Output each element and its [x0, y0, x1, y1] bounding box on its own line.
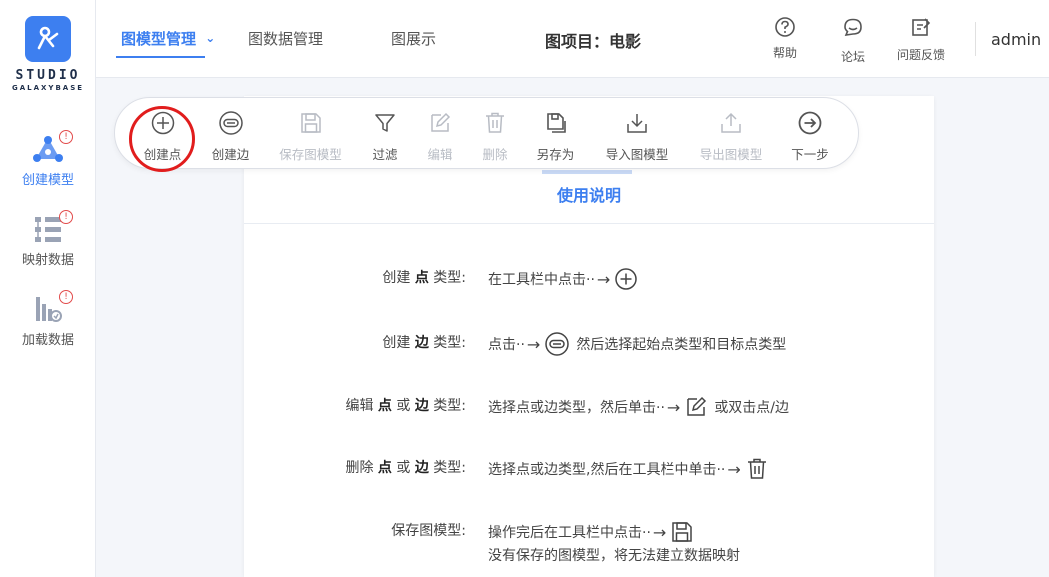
- save-model-button[interactable]: 保存图模型: [273, 110, 348, 163]
- active-tab-indicator: [116, 56, 205, 58]
- title-decoration: [542, 170, 632, 174]
- logo-icon: [25, 16, 71, 62]
- instruction-desc: 选择点或边类型,然后在工具栏中单击·· →: [488, 457, 775, 481]
- tab-label: 图模型管理: [121, 30, 197, 48]
- link-icon: [545, 332, 570, 356]
- instruction-label: 保存图模型:: [391, 523, 466, 539]
- logo-subtitle: GALAXYBASE: [11, 84, 85, 92]
- instruction-label: 删除 点 或 边 类型:: [345, 460, 466, 476]
- edit-button[interactable]: 编辑: [420, 110, 460, 163]
- save-as-icon: [528, 110, 583, 136]
- next-step-button[interactable]: 下一步: [785, 110, 835, 163]
- instruction-desc: 在工具栏中点击·· →: [488, 267, 644, 291]
- warning-badge: !: [59, 290, 73, 304]
- forum-link[interactable]: 论坛: [836, 14, 870, 65]
- filter-button[interactable]: 过滤: [365, 110, 405, 163]
- sidebar-item-load-data[interactable]: ! 加载数据: [0, 290, 96, 348]
- warning-badge: !: [59, 210, 73, 224]
- instruction-desc: 操作完后在工具栏中点击·· →: [488, 520, 700, 544]
- warning-badge: !: [59, 130, 73, 144]
- toolbar-label: 下一步: [791, 147, 829, 162]
- import-model-button[interactable]: 导入图模型: [597, 110, 677, 163]
- plus-circle-icon: [615, 268, 638, 290]
- delete-button[interactable]: 删除: [475, 110, 515, 163]
- sidebar-item-label: 加载数据: [21, 333, 74, 348]
- help-link[interactable]: 帮助: [768, 14, 802, 61]
- edit-icon: [420, 110, 460, 136]
- export-icon: [691, 110, 771, 136]
- sidebar-item-label: 映射数据: [21, 253, 74, 268]
- instructions-title: 使用说明: [556, 186, 621, 205]
- save-icon: [672, 522, 693, 542]
- instruction-desc: 点击·· → 然后选择起始点类型和目标点类型: [488, 332, 786, 356]
- toolbar-label: 过滤: [372, 147, 398, 162]
- feedback-label: 问题反馈: [896, 48, 945, 62]
- sidebar: STUDIO GALAXYBASE ! 创建模型 ! 映射数据 ! 加载数据: [0, 0, 96, 577]
- instruction-row-edit: 编辑 点 或 边 类型: 选择点或边类型，然后单击·· → 或双击点/边: [244, 390, 934, 420]
- instruction-row-create-edge: 创建 边 类型: 点击·· → 然后选择起始点类型和目标点类型: [244, 327, 934, 357]
- instruction-row-delete: 删除 点 或 边 类型: 选择点或边类型,然后在工具栏中单击·· →: [244, 452, 934, 482]
- map-data-icon: !: [31, 210, 73, 246]
- forum-label: 论坛: [840, 50, 865, 64]
- load-data-icon: !: [31, 290, 73, 326]
- toolbar-label: 导入图模型: [605, 147, 669, 162]
- arrow-right-icon: →: [727, 459, 741, 479]
- instruction-row-create-vertex: 创建 点 类型: 在工具栏中点击·· →: [244, 262, 934, 292]
- instruction-label: 创建 点 类型:: [382, 270, 466, 286]
- trash-icon: [747, 458, 766, 479]
- forum-icon: [836, 14, 870, 40]
- feedback-link[interactable]: 问题反馈: [891, 14, 951, 63]
- sidebar-item-create-model[interactable]: ! 创建模型: [0, 130, 96, 188]
- toolbar-label: 另存为: [536, 147, 575, 162]
- top-bar: 图模型管理 ⌄ 图数据管理 图展示 图项目：电影 帮助 论坛 问题反馈 admi…: [96, 0, 1049, 78]
- create-edge-button[interactable]: 创建边: [203, 110, 258, 163]
- model-toolbar: 创建点 创建边 保存图模型 过滤 编辑 删除 另存为 导入图模型 导出图模型 下…: [114, 97, 859, 169]
- toolbar-label: 创建边: [211, 147, 250, 162]
- instruction-label: 编辑 点 或 边 类型:: [345, 398, 466, 414]
- toolbar-label: 保存图模型: [279, 147, 342, 162]
- header-divider: [975, 22, 976, 56]
- arrow-right-icon: →: [596, 269, 611, 289]
- import-icon: [597, 110, 677, 136]
- tab-graph-data[interactable]: 图数据管理: [248, 28, 323, 49]
- user-name[interactable]: admin: [991, 30, 1041, 49]
- sidebar-item-map-data[interactable]: ! 映射数据: [0, 210, 96, 268]
- feedback-icon: [891, 14, 951, 40]
- edit-icon: [687, 396, 707, 416]
- arrow-right-icon: →: [526, 334, 541, 354]
- trash-icon: [475, 110, 515, 136]
- save-as-button[interactable]: 另存为: [528, 110, 583, 163]
- instruction-row-save: 保存图模型: 操作完后在工具栏中点击·· → 没有保存的图模型，将无法建立数据映…: [244, 515, 934, 575]
- toolbar-label: 编辑: [427, 147, 453, 162]
- toolbar-label: 删除: [482, 147, 508, 162]
- next-icon: [785, 110, 835, 136]
- instruction-desc: 选择点或边类型，然后单击·· → 或双击点/边: [488, 395, 789, 419]
- arrow-right-icon: →: [652, 522, 667, 542]
- chevron-down-icon: ⌄: [205, 31, 216, 45]
- save-icon: [273, 110, 348, 136]
- panel-divider: [244, 223, 934, 224]
- project-title: 图项目：电影: [545, 32, 642, 51]
- highlight-circle: [129, 106, 195, 172]
- logo[interactable]: STUDIO GALAXYBASE: [0, 16, 96, 92]
- help-label: 帮助: [772, 46, 797, 60]
- sidebar-item-label: 创建模型: [21, 173, 74, 188]
- toolbar-label: 导出图模型: [699, 147, 763, 162]
- create-model-icon: !: [31, 130, 73, 166]
- tab-graph-model[interactable]: 图模型管理 ⌄: [121, 28, 215, 49]
- link-icon: [203, 110, 258, 136]
- instruction-note: 没有保存的图模型，将无法建立数据映射: [488, 548, 740, 564]
- tab-graph-display[interactable]: 图展示: [391, 28, 436, 49]
- filter-icon: [365, 110, 405, 136]
- logo-title: STUDIO: [15, 68, 81, 83]
- instruction-label: 创建 边 类型:: [382, 335, 466, 351]
- help-icon: [768, 14, 802, 40]
- arrow-right-icon: →: [666, 397, 681, 417]
- export-model-button[interactable]: 导出图模型: [691, 110, 771, 163]
